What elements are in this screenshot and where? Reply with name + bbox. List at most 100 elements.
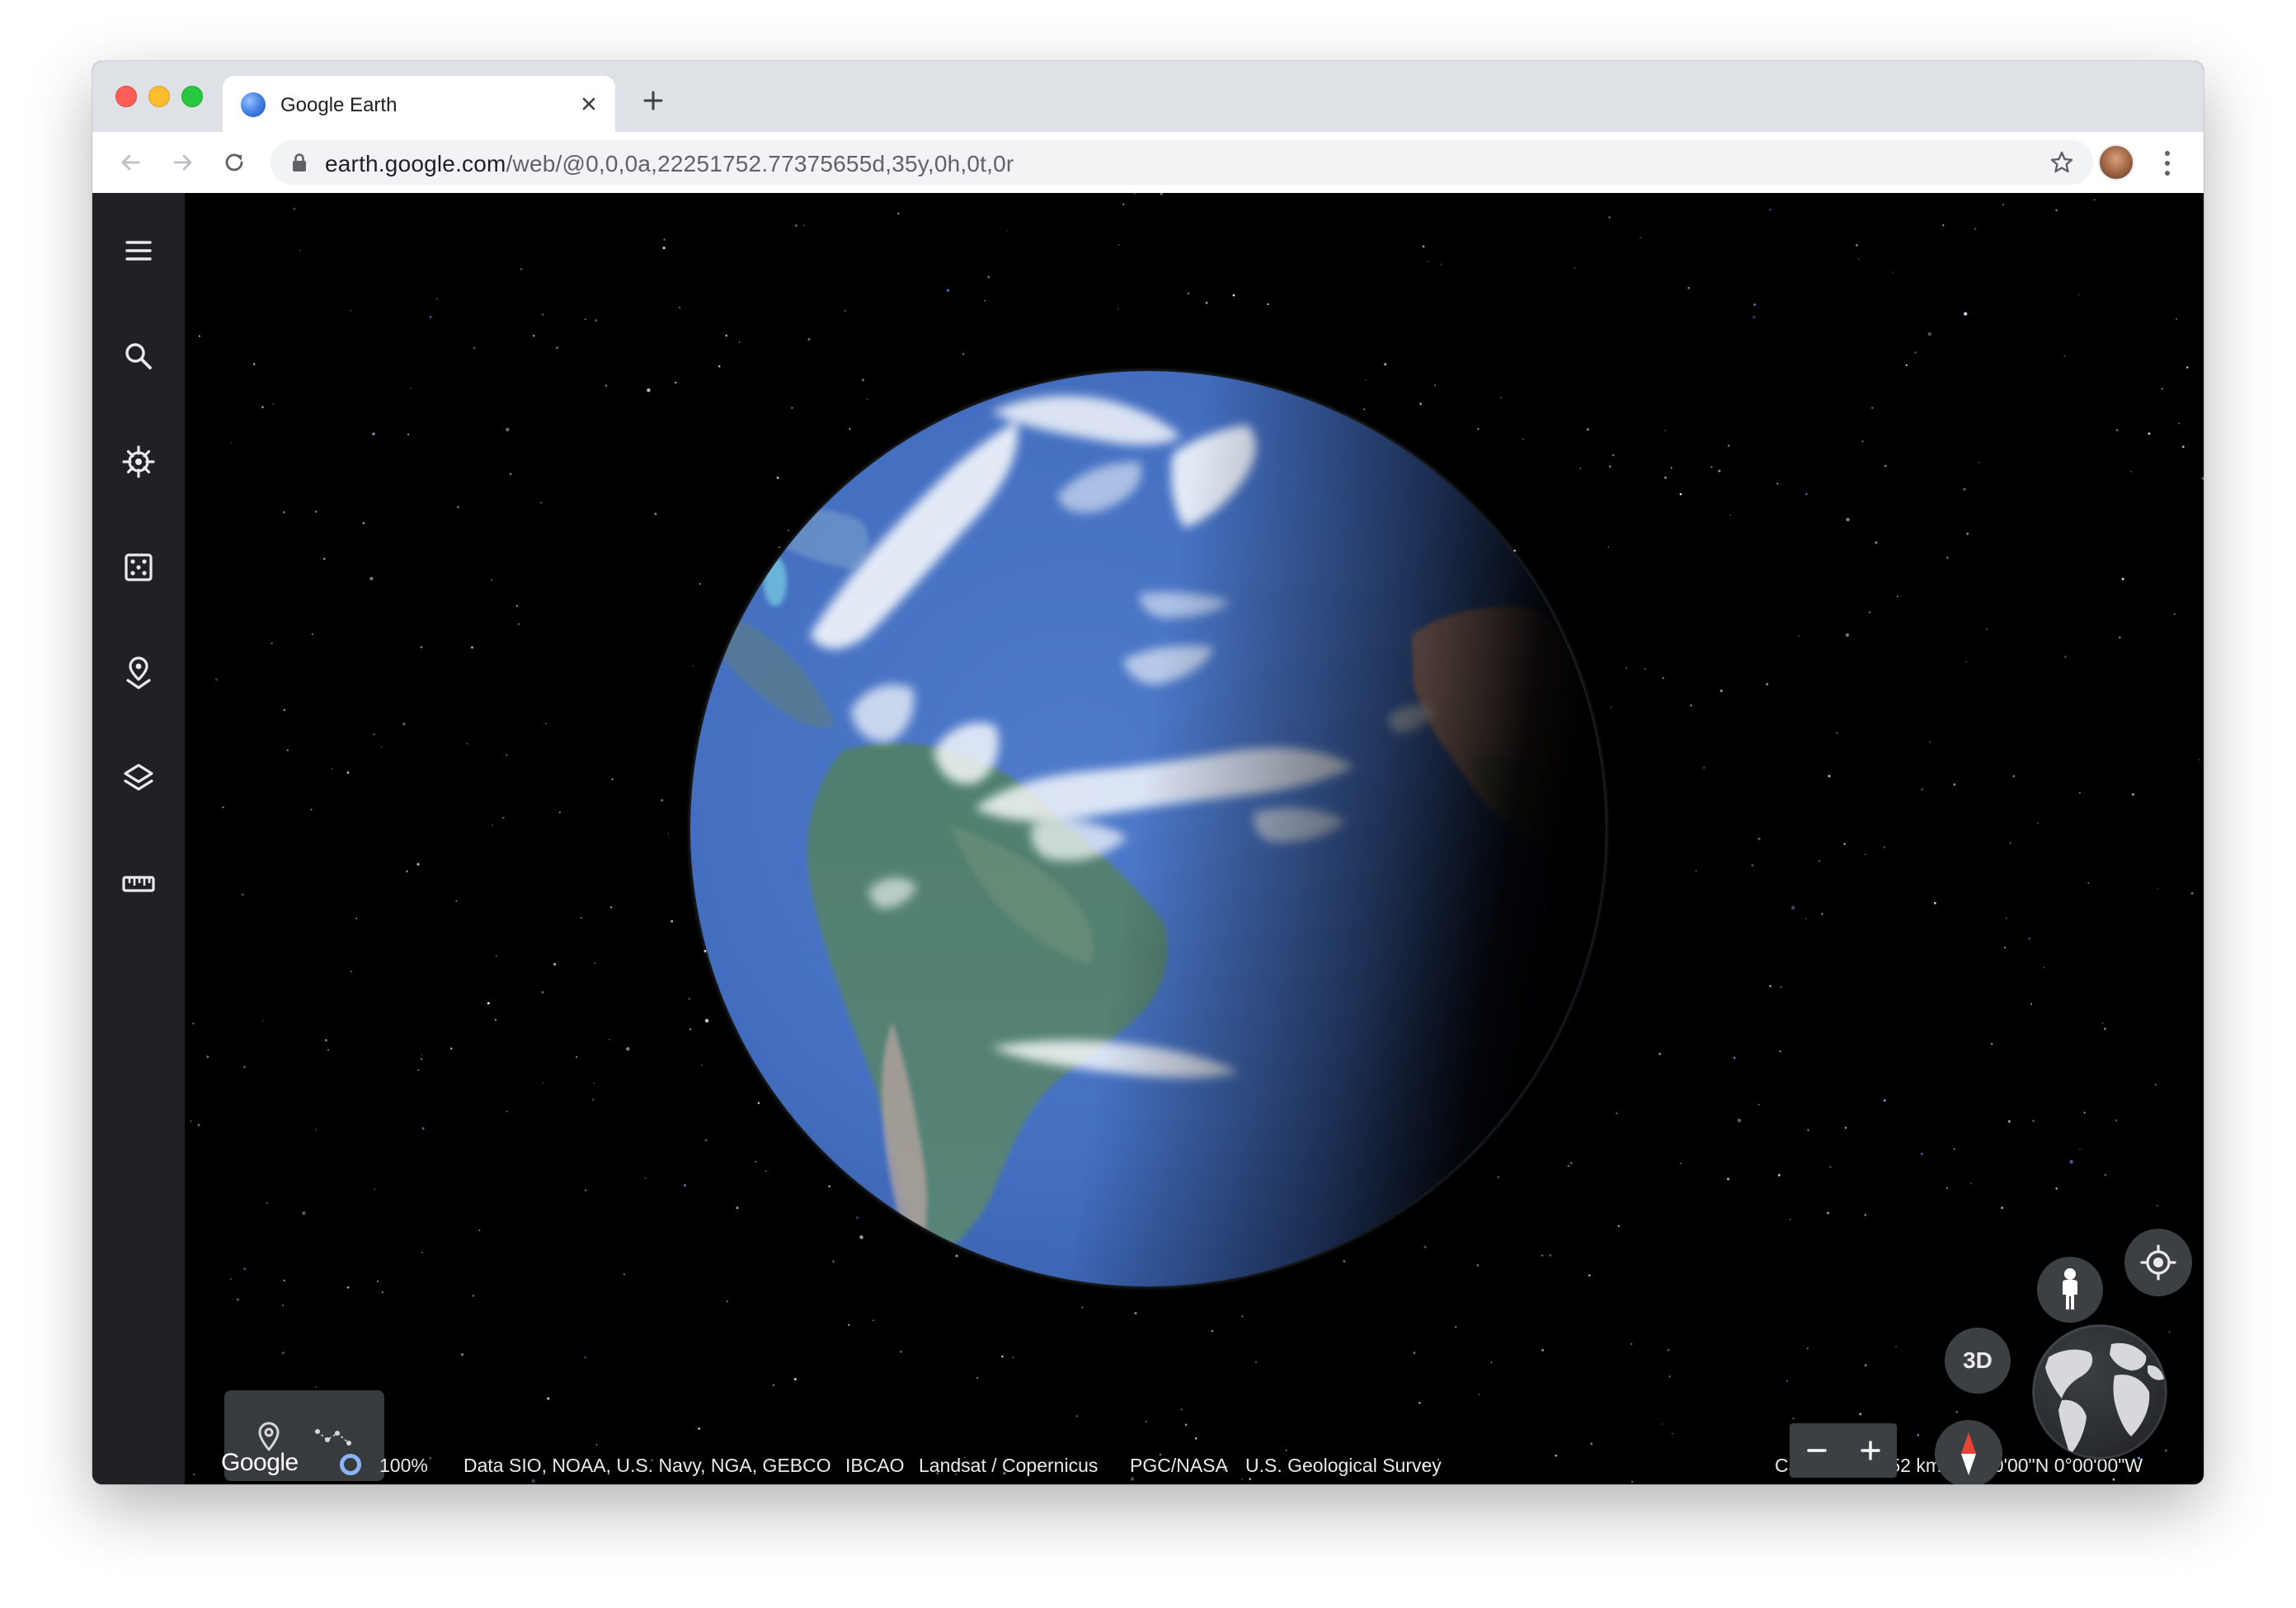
star [2009, 842, 2011, 844]
forward-arrow-icon[interactable] [168, 148, 198, 177]
projects-button[interactable] [109, 643, 168, 703]
lock-icon[interactable] [290, 153, 308, 172]
star [1779, 1050, 1781, 1053]
star [670, 919, 673, 923]
star [803, 224, 805, 227]
zoom-window-button[interactable] [181, 86, 203, 107]
star [1892, 271, 1894, 274]
star [1667, 1349, 1670, 1352]
earth-viewport[interactable]: Google 100% Data SIO, NOAA, U.S. Navy, N… [92, 193, 2204, 1484]
overview-globe-minimap[interactable] [2032, 1324, 2167, 1460]
star [2104, 1027, 2106, 1030]
star [576, 1056, 578, 1058]
star [457, 505, 459, 509]
close-window-button[interactable] [115, 86, 137, 107]
search-button[interactable] [109, 327, 168, 386]
star [1661, 1423, 1663, 1425]
address-bar[interactable]: earth.google.com/web/@0,0,0a,22251752.77… [271, 140, 2093, 185]
star [2012, 775, 2016, 778]
zoom-in-button[interactable] [1843, 1423, 1897, 1478]
minimize-window-button[interactable] [148, 86, 170, 107]
map-style-button[interactable] [109, 749, 168, 808]
google-logo: Google [221, 1449, 299, 1476]
star [1846, 517, 1850, 522]
star [595, 319, 598, 322]
star [1856, 244, 1858, 247]
data-credits[interactable]: Data SIO, NOAA, U.S. Navy, NGA, GEBCO [463, 1455, 831, 1477]
star [242, 893, 244, 896]
tab-close-icon[interactable] [577, 92, 600, 115]
star [293, 207, 296, 210]
feeling-lucky-icon [125, 553, 153, 581]
star [2101, 1023, 2104, 1024]
measure-button[interactable] [109, 854, 168, 914]
star [1927, 332, 1931, 336]
star [2004, 947, 2006, 948]
back-arrow-icon[interactable] [115, 148, 145, 177]
star [374, 1188, 376, 1191]
star [1769, 985, 1771, 988]
star [738, 341, 741, 343]
star [1751, 864, 1754, 867]
new-tab-icon[interactable] [638, 86, 668, 115]
star [1965, 661, 1967, 663]
browser-menu-icon[interactable] [2162, 148, 2172, 178]
feeling-lucky-button[interactable] [109, 538, 168, 597]
star [236, 1298, 239, 1301]
star [311, 633, 313, 636]
credit-usgs[interactable]: U.S. Geological Survey [1245, 1455, 1442, 1477]
star [1671, 1432, 1673, 1435]
compass-button[interactable] [1935, 1420, 2002, 1484]
earth-globe[interactable] [678, 363, 1618, 1295]
star [1945, 1187, 1948, 1190]
star [350, 971, 352, 972]
star [1187, 292, 1190, 295]
my-location-button[interactable] [2124, 1229, 2192, 1296]
credit-pgc-nasa[interactable]: PGC/NASA [1130, 1455, 1228, 1477]
star [1662, 677, 1664, 679]
star [1870, 407, 1874, 409]
star [987, 275, 990, 279]
star [2030, 1003, 2033, 1005]
search-icon [125, 343, 152, 369]
url-text[interactable]: earth.google.com/web/@0,0,0a,22251752.77… [325, 151, 1014, 177]
star [594, 962, 596, 964]
star [214, 678, 219, 681]
zoom-out-button[interactable] [1790, 1423, 1843, 1478]
star [946, 289, 949, 292]
star [1664, 430, 1667, 431]
star [1964, 312, 1968, 316]
star [1985, 628, 1988, 631]
star [243, 1065, 246, 1069]
credit-ibcao[interactable]: IBCAO [845, 1455, 905, 1477]
star [1180, 1408, 1183, 1411]
star [553, 962, 557, 966]
star [1818, 860, 1821, 863]
star [1921, 1153, 1923, 1155]
star [2181, 445, 2185, 449]
reload-icon[interactable] [219, 148, 249, 177]
map-style-icon [124, 764, 153, 791]
star [281, 1352, 285, 1355]
3d-toggle-button[interactable]: 3D [1945, 1328, 2011, 1394]
menu-button[interactable] [109, 221, 168, 280]
star [355, 917, 358, 919]
star [1780, 986, 1782, 989]
star [1883, 845, 1886, 849]
street-view-pegman-button[interactable] [2037, 1257, 2103, 1323]
star [1836, 731, 1838, 734]
star [626, 1046, 630, 1051]
bookmark-star-icon[interactable] [2049, 149, 2075, 176]
star [585, 1189, 587, 1192]
star [362, 522, 365, 524]
star [541, 990, 544, 994]
star [372, 432, 375, 435]
credit-landsat[interactable]: Landsat / Copernicus [919, 1455, 1098, 1477]
voyager-button[interactable] [109, 432, 168, 491]
plus-icon [1860, 1441, 1880, 1460]
star [976, 1376, 978, 1380]
profile-avatar[interactable] [2098, 144, 2134, 181]
tab-google-earth[interactable]: Google Earth [223, 76, 615, 132]
star [2032, 1119, 2035, 1122]
star [542, 313, 544, 316]
